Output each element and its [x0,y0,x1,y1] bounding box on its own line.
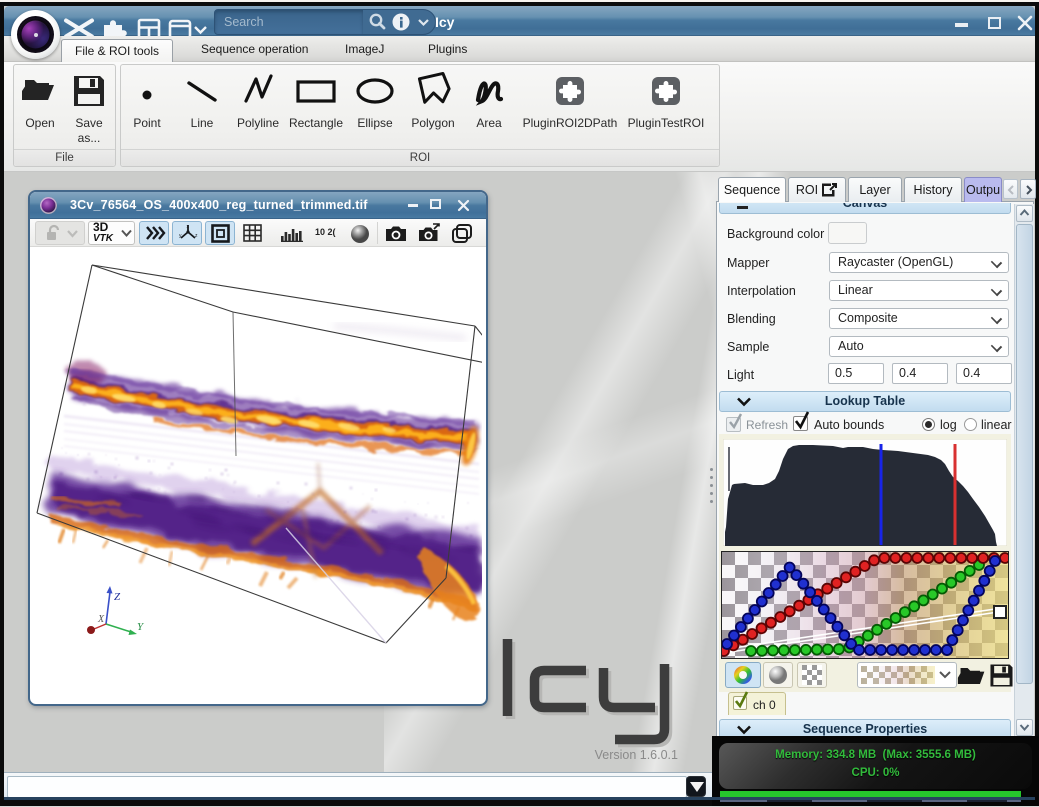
svg-text:z: z [195,233,198,239]
svg-text:Z: Z [114,591,121,603]
svg-text:x: x [187,224,190,230]
svg-text:Y: Y [137,621,145,633]
svg-text:X: X [97,614,105,625]
